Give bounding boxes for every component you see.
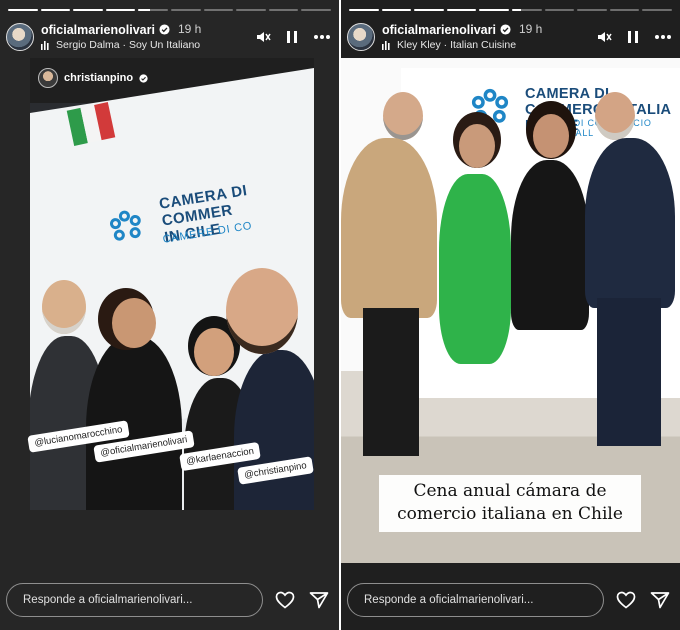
reshare-avatar	[38, 68, 58, 88]
progress-segment	[544, 9, 575, 11]
music-label: Sergio Dalma · Soy Un Italiano	[56, 39, 201, 52]
speaker-muted-icon[interactable]	[255, 29, 271, 45]
chamber-logo-icon	[109, 210, 141, 241]
progress-segment	[642, 9, 672, 11]
person-1-head	[383, 92, 423, 140]
person-2	[439, 174, 511, 364]
username[interactable]: oficialmarienolivari	[382, 23, 496, 37]
verified-badge-icon	[159, 24, 170, 36]
person-3	[511, 160, 589, 330]
progress-segment	[414, 9, 444, 11]
progress-bar	[349, 9, 672, 11]
send-icon[interactable]	[309, 591, 329, 609]
progress-bar	[8, 9, 331, 11]
pause-icon[interactable]	[626, 29, 640, 45]
progress-segment	[609, 9, 640, 11]
story-media[interactable]: CAMERA DI COMMER IN CILE CAMERE DI CO ch…	[0, 58, 339, 566]
story-right[interactable]: oficialmarienolivari 19 h Kley Kley · It…	[341, 0, 680, 630]
progress-segment	[170, 9, 201, 11]
progress-segment	[203, 9, 234, 11]
person-1-legs	[363, 308, 419, 456]
progress-segment	[349, 9, 379, 11]
person-4-head	[226, 268, 298, 354]
person-4-legs	[597, 298, 661, 446]
music-label: Kley Kley · Italian Cuisine	[397, 39, 517, 52]
avatar[interactable]	[6, 23, 34, 51]
music-track[interactable]: Kley Kley · Italian Cuisine	[382, 39, 542, 51]
verified-badge-icon	[139, 73, 148, 83]
person-1-head	[42, 280, 86, 334]
heart-icon[interactable]	[616, 591, 636, 609]
progress-segment	[577, 9, 607, 11]
story-left[interactable]: oficialmarienolivari 19 h Sergio Dalma ·…	[0, 0, 339, 630]
story-header: oficialmarienolivari 19 h Kley Kley · It…	[347, 20, 672, 54]
person-3-head	[533, 114, 569, 158]
person-4-head	[595, 92, 635, 140]
progress-segment	[446, 9, 477, 11]
avatar[interactable]	[347, 23, 375, 51]
person-3-head	[194, 328, 234, 376]
progress-segment	[8, 9, 38, 11]
reply-bar: Responde a oficialmarienolivari...	[347, 582, 672, 618]
story-header: oficialmarienolivari 19 h Sergio Dalma ·…	[6, 20, 331, 54]
reshare-username: christianpino	[64, 72, 134, 84]
progress-segment	[268, 9, 299, 11]
person-2-head	[459, 124, 495, 168]
progress-segment	[479, 9, 509, 11]
story-media[interactable]: CAMERA DI COMMERCIO ITALIA IN CILE CAMER…	[341, 58, 680, 563]
progress-segment	[236, 9, 266, 11]
person-2-head	[112, 298, 156, 348]
music-track[interactable]: Sergio Dalma · Soy Un Italiano	[41, 39, 201, 51]
reply-input[interactable]: Responde a oficialmarienolivari...	[6, 583, 263, 617]
stories-viewer: oficialmarienolivari 19 h Sergio Dalma ·…	[0, 0, 680, 630]
person-4	[234, 350, 314, 510]
reply-input[interactable]: Responde a oficialmarienolivari...	[347, 583, 604, 617]
timestamp: 19 h	[518, 22, 543, 37]
chamber-logo-icon	[471, 88, 509, 123]
music-bars-icon	[41, 40, 49, 50]
story-caption: Cena anual cámara de comercio italiana e…	[379, 475, 641, 532]
progress-segment	[381, 9, 412, 11]
person-4	[585, 138, 675, 308]
progress-segment	[105, 9, 136, 11]
progress-segment	[73, 9, 103, 11]
progress-segment	[511, 9, 542, 11]
person-2	[86, 336, 182, 510]
heart-icon[interactable]	[275, 591, 295, 609]
timestamp: 19 h	[177, 22, 202, 37]
speaker-muted-icon[interactable]	[596, 29, 612, 45]
reply-bar: Responde a oficialmarienolivari...	[6, 582, 331, 618]
send-icon[interactable]	[650, 591, 670, 609]
progress-segment	[138, 9, 168, 11]
more-icon[interactable]	[654, 34, 672, 40]
more-icon[interactable]	[313, 34, 331, 40]
username[interactable]: oficialmarienolivari	[41, 23, 155, 37]
reshare-header[interactable]: christianpino	[38, 68, 148, 88]
progress-segment	[40, 9, 71, 11]
verified-badge-icon	[500, 24, 511, 36]
person-1	[341, 138, 437, 318]
pause-icon[interactable]	[285, 29, 299, 45]
progress-segment	[301, 9, 331, 11]
music-bars-icon	[382, 40, 390, 50]
